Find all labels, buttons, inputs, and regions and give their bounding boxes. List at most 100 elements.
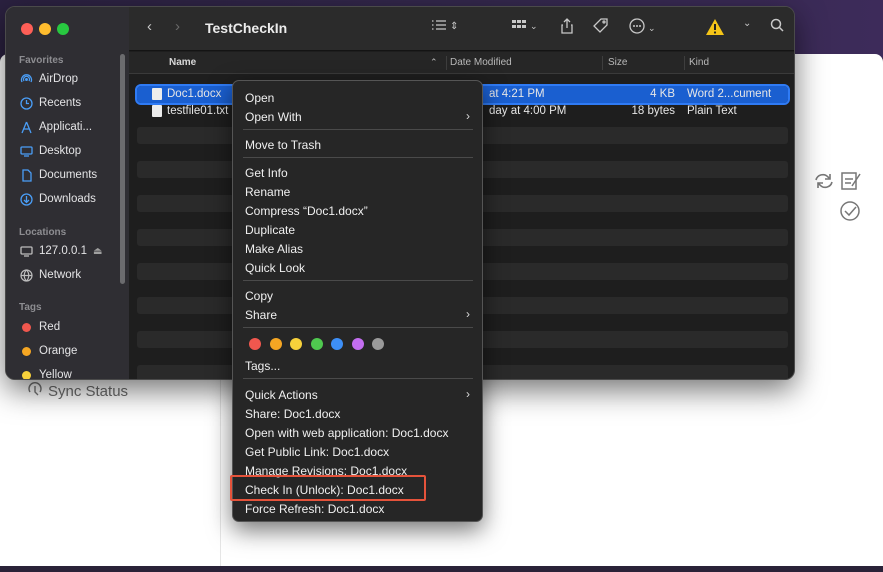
file-date: day at 4:00 PM: [489, 105, 567, 117]
tag-color-gray[interactable]: [372, 338, 384, 350]
column-header-date-modified[interactable]: Date Modified: [450, 57, 512, 68]
menu-item-quick-look[interactable]: Quick Look: [245, 261, 305, 275]
search-icon: [770, 18, 784, 36]
sidebar-item-server[interactable]: 127.0.0.1 ⏏: [19, 242, 102, 260]
column-header-size[interactable]: Size: [608, 57, 627, 68]
menu-item-copy[interactable]: Copy: [245, 289, 273, 303]
sidebar-item-network[interactable]: Network: [19, 266, 81, 284]
chevron-left-icon: ‹: [147, 18, 152, 35]
share-button[interactable]: [560, 18, 574, 38]
forward-button[interactable]: ›: [175, 18, 180, 35]
sidebar-scrollbar[interactable]: [120, 54, 125, 284]
sort-ascending-icon: ⌃: [430, 57, 438, 67]
sidebar-item-documents[interactable]: Documents: [19, 166, 97, 184]
tag-icon: [593, 18, 609, 38]
network-icon: [19, 268, 33, 282]
orange-tag-icon: [19, 344, 33, 358]
group-button[interactable]: ⌄: [511, 18, 538, 35]
menu-item-force-refresh[interactable]: Force Refresh: Doc1.docx: [245, 502, 384, 516]
menu-item-get-info[interactable]: Get Info: [245, 166, 288, 180]
menu-item-label: Quick Actions: [245, 388, 318, 402]
warning-button[interactable]: [705, 18, 725, 40]
tag-color-blue[interactable]: [331, 338, 343, 350]
more-toolbar-button[interactable]: ⌄: [743, 18, 751, 29]
edit-document-icon: [841, 172, 861, 190]
file-kind: Plain Text: [687, 105, 737, 117]
sidebar-tag-red[interactable]: Red: [19, 318, 60, 336]
sidebar-item-label: Recents: [39, 97, 82, 109]
chevron-right-icon: ›: [466, 109, 470, 123]
view-options-button[interactable]: ⇕: [431, 18, 458, 35]
chevron-right-icon: ›: [175, 18, 180, 35]
favorites-header: Favorites: [19, 55, 64, 66]
clock-icon: [19, 96, 33, 110]
locations-header: Locations: [19, 227, 67, 238]
sidebar-item-airdrop[interactable]: AirDrop: [19, 70, 78, 88]
check-in-highlight: [230, 475, 426, 501]
applications-icon: [19, 120, 33, 134]
sidebar-item-desktop[interactable]: Desktop: [19, 142, 81, 160]
menu-item-open-with-web-app[interactable]: Open with web application: Doc1.docx: [245, 426, 448, 440]
chevron-updown-icon: ⇕: [450, 21, 459, 32]
sidebar-item-label: Red: [39, 321, 61, 333]
tag-color-red[interactable]: [249, 338, 261, 350]
tag-color-green[interactable]: [311, 338, 323, 350]
tags-header: Tags: [19, 302, 42, 313]
sync-status[interactable]: Sync Status: [26, 380, 128, 402]
menu-separator: [243, 378, 473, 379]
column-divider[interactable]: [602, 56, 603, 70]
menu-item-label: Share: [245, 308, 278, 322]
sidebar-item-downloads[interactable]: Downloads: [19, 190, 96, 208]
finder-sidebar: Favorites AirDrop Recents Applicati... D…: [6, 7, 129, 379]
tag-color-purple[interactable]: [352, 338, 364, 350]
sidebar-tag-yellow[interactable]: Yellow: [19, 366, 72, 379]
tag-button[interactable]: [593, 18, 609, 38]
file-name: testfile01.txt: [167, 105, 229, 117]
chevron-right-icon: ›: [466, 307, 470, 321]
zoom-window-button[interactable]: [57, 23, 69, 35]
minimize-window-button[interactable]: [39, 23, 51, 35]
sidebar-item-label: Documents: [39, 169, 98, 181]
column-header-name[interactable]: Name: [169, 57, 196, 68]
refresh-icon: [815, 173, 833, 189]
file-name: Doc1.docx: [167, 88, 222, 100]
sidebar-item-label: Desktop: [39, 145, 82, 157]
menu-item-label: Open With: [245, 110, 302, 124]
column-divider[interactable]: [684, 56, 685, 70]
file-date: at 4:21 PM: [489, 88, 545, 100]
menu-item-compress[interactable]: Compress “Doc1.docx”: [245, 204, 368, 218]
chevron-down-icon: ⌄: [743, 18, 752, 29]
column-header-kind[interactable]: Kind: [689, 57, 709, 68]
menu-item-rename[interactable]: Rename: [245, 185, 290, 199]
tag-color-yellow[interactable]: [290, 338, 302, 350]
sync-status-label: Sync Status: [48, 382, 129, 400]
menu-item-duplicate[interactable]: Duplicate: [245, 223, 295, 237]
grid-icon: [511, 18, 527, 35]
menu-item-make-alias[interactable]: Make Alias: [245, 242, 303, 256]
search-button[interactable]: [770, 18, 784, 36]
text-file-icon: [152, 105, 162, 117]
action-button[interactable]: ⌄: [629, 18, 656, 38]
eject-icon[interactable]: ⏏: [93, 246, 102, 257]
menu-item-get-public-link[interactable]: Get Public Link: Doc1.docx: [245, 445, 389, 459]
sidebar-tag-orange[interactable]: Orange: [19, 342, 77, 360]
menu-item-tags[interactable]: Tags...: [245, 359, 280, 373]
back-button[interactable]: ‹: [147, 18, 152, 35]
menu-separator: [243, 129, 473, 130]
close-window-button[interactable]: [21, 23, 33, 35]
column-divider[interactable]: [446, 56, 447, 70]
sidebar-item-applications[interactable]: Applicati...: [19, 118, 92, 136]
context-menu: Open Open With › Move to Trash Get Info …: [232, 80, 483, 522]
menu-item-move-to-trash[interactable]: Move to Trash: [245, 138, 321, 152]
ellipsis-circle-icon: [629, 18, 645, 38]
word-document-icon: [152, 88, 162, 100]
tag-color-orange[interactable]: [270, 338, 282, 350]
menu-item-open[interactable]: Open: [245, 91, 274, 105]
menu-item-share-doc[interactable]: Share: Doc1.docx: [245, 407, 340, 421]
column-headers: Name ⌃ Date Modified Size Kind: [129, 52, 794, 74]
sidebar-item-label: Orange: [39, 345, 78, 357]
background-action-icons: [812, 170, 872, 230]
finder-toolbar: ‹ › TestCheckIn ⇕ ⌄ ⌄ ⌄: [129, 7, 794, 51]
sidebar-item-recents[interactable]: Recents: [19, 94, 81, 112]
warning-icon: [705, 18, 725, 40]
